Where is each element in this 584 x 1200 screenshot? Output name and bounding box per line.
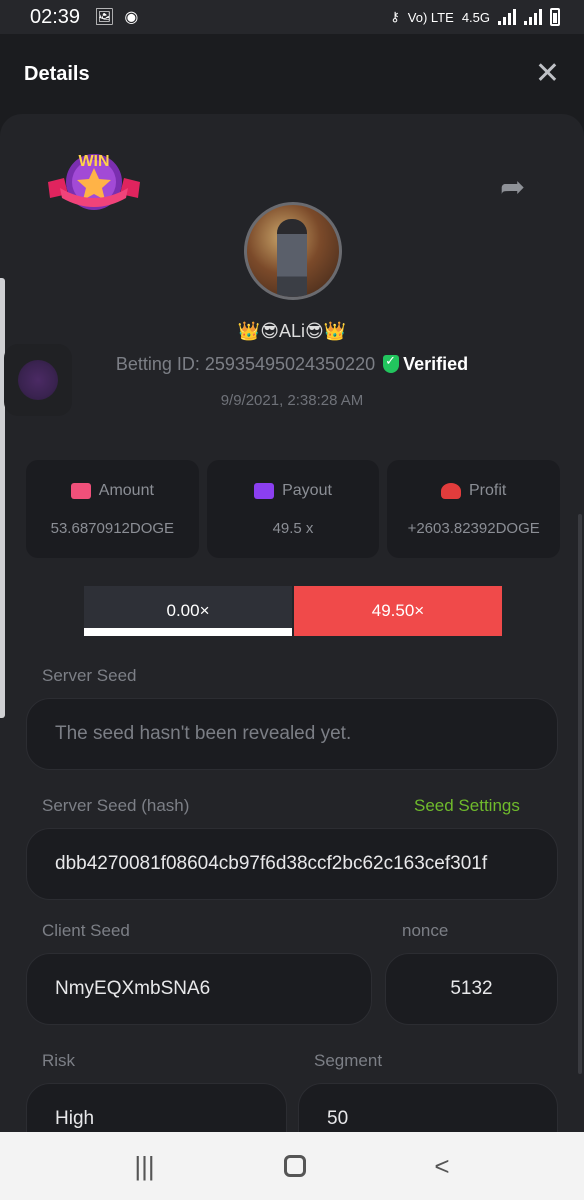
bet-datetime: 9/9/2021, 2:38:28 AM xyxy=(220,392,364,409)
edge-panel-handle[interactable] xyxy=(0,278,5,718)
close-icon[interactable]: ✕ xyxy=(535,59,560,89)
multiplier-left: 0.00× xyxy=(84,586,292,636)
risk-label: Risk xyxy=(42,1051,76,1070)
segment-label: Segment xyxy=(314,1051,383,1070)
multiplier-bar: 0.00× 49.50× xyxy=(84,586,502,636)
stat-amount: Amount 53.6870912DOGE xyxy=(26,460,199,558)
status-right: ⚷ Vo) LTE 4.5G xyxy=(390,8,560,26)
win-badge-text: WIN xyxy=(78,153,109,170)
server-seed-hash-field[interactable]: dbb4270081f08604cb97f6d38ccf2bc62c163cef… xyxy=(26,828,558,900)
win-badge-icon: WIN xyxy=(48,153,140,210)
network-speed-label: 4.5G xyxy=(461,9,490,25)
home-icon[interactable] xyxy=(283,1155,306,1177)
stat-label: Amount xyxy=(98,481,154,499)
stat-value: 49.5 x xyxy=(272,519,314,537)
stats-row: Amount 53.6870912DOGE Payout 49.5 x Prof… xyxy=(26,460,561,558)
seed-settings-link[interactable]: Seed Settings xyxy=(414,796,520,816)
share-icon[interactable]: ➦ xyxy=(500,170,525,205)
server-seed-label: Server Seed xyxy=(42,666,137,685)
risk-field[interactable]: High xyxy=(26,1083,287,1132)
details-header: Details ✕ xyxy=(0,34,584,114)
signal-icon xyxy=(498,9,516,25)
server-seed-hash-label: Server Seed (hash) xyxy=(42,796,190,815)
status-bar: 02:39 🖼 ◉ ⚷ Vo) LTE 4.5G xyxy=(0,0,584,34)
avatar xyxy=(244,202,342,300)
username: 👑😎ALi😎👑 xyxy=(237,321,347,341)
nonce-field[interactable]: 5132 xyxy=(385,953,558,1025)
app-notification-icon: ◉ xyxy=(124,9,139,26)
stat-profit: Profit +2603.82392DOGE xyxy=(387,460,561,558)
stat-label: Profit xyxy=(469,481,507,499)
stat-payout: Payout 49.5 x xyxy=(206,460,380,558)
amount-icon xyxy=(70,482,91,499)
stat-value: +2603.82392DOGE xyxy=(407,519,540,537)
back-icon[interactable]: < xyxy=(434,1151,449,1182)
recent-apps-icon[interactable]: ||| xyxy=(134,1151,154,1182)
stat-label: Payout xyxy=(282,481,332,499)
verified-shield-icon xyxy=(383,353,400,373)
payout-card-icon xyxy=(254,482,275,499)
betting-id-row: Betting ID: 25935495024350220 Verified xyxy=(0,353,584,375)
multiplier-right: 49.50× xyxy=(294,586,502,636)
details-sheet: WIN ➦ 👑😎ALi😎👑 Betting ID: 25935495024350… xyxy=(0,114,584,1132)
vpn-key-icon: ⚷ xyxy=(390,9,400,24)
status-time: 02:39 xyxy=(30,5,81,28)
system-nav-bar: ||| < xyxy=(0,1132,584,1200)
verified-label: Verified xyxy=(403,354,469,374)
client-seed-field[interactable]: NmyEQXmbSNA6 xyxy=(26,953,372,1025)
stat-value: 53.6870912DOGE xyxy=(50,519,175,537)
client-seed-label: Client Seed xyxy=(42,921,130,940)
signal-icon-2 xyxy=(524,9,542,25)
profit-hand-icon xyxy=(441,482,461,499)
server-seed-field[interactable]: The seed hasn't been revealed yet. xyxy=(26,698,558,770)
nonce-label: nonce xyxy=(402,921,449,940)
gallery-icon: 🖼 xyxy=(94,9,115,26)
network-type-label: Vo) LTE xyxy=(407,9,454,25)
page-title: Details xyxy=(24,62,90,85)
battery-icon xyxy=(550,8,560,26)
betting-id: Betting ID: 25935495024350220 xyxy=(115,354,376,374)
floating-bubble[interactable] xyxy=(4,344,72,416)
segment-field[interactable]: 50 xyxy=(298,1083,558,1132)
scrollbar[interactable] xyxy=(578,514,582,1074)
